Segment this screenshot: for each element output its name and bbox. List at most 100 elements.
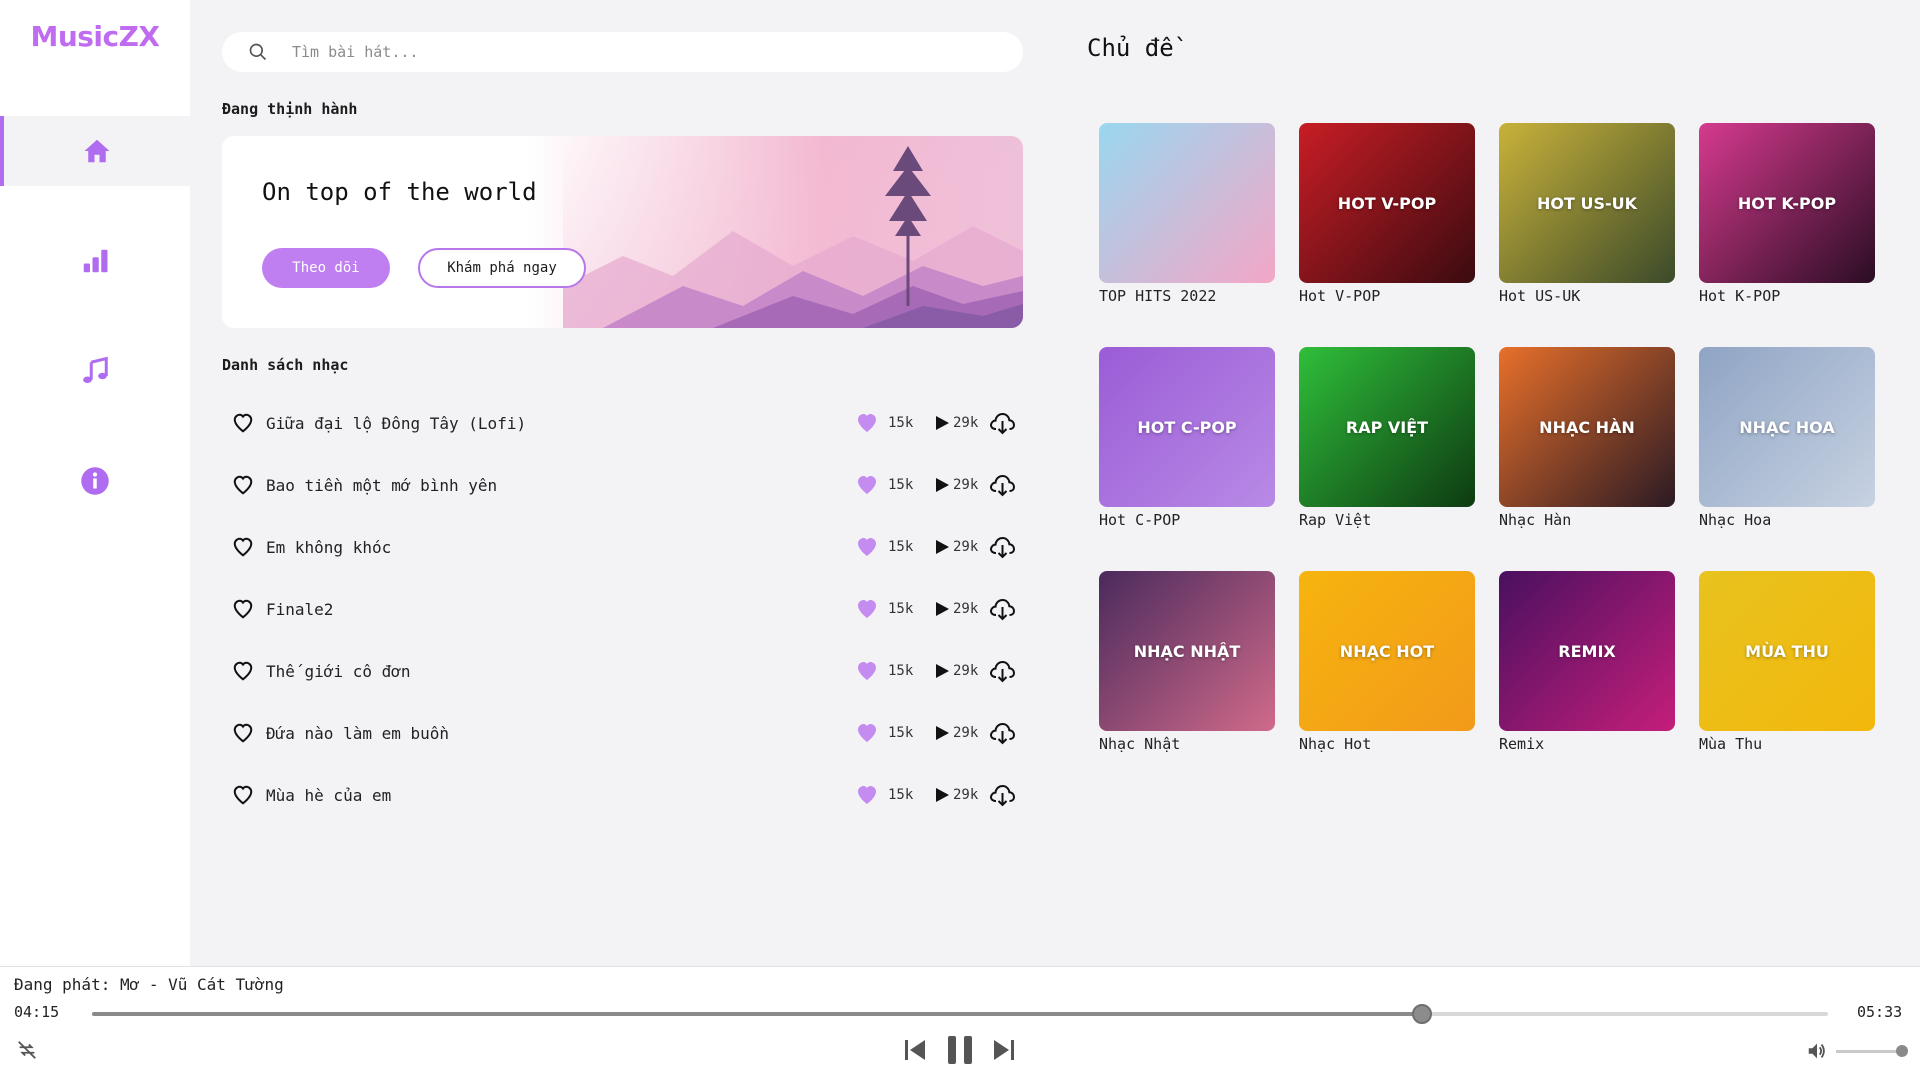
topic-card[interactable]: TOP HITS 2022 — [1099, 123, 1275, 305]
topic-card[interactable]: HOT K-POP Hot K-POP — [1699, 123, 1875, 305]
song-title[interactable]: Thế giới cô đơn — [266, 662, 411, 681]
song-title[interactable]: Đứa nào làm em buồn — [266, 724, 449, 743]
heart-filled-icon[interactable] — [854, 659, 880, 683]
volume-icon[interactable] — [1806, 1040, 1828, 1062]
search-bar[interactable] — [222, 32, 1023, 72]
app-logo[interactable]: MusicZX — [0, 20, 190, 53]
heart-outline-icon[interactable] — [232, 536, 254, 558]
song-title[interactable]: Bao tiền một mớ bình yên — [266, 476, 497, 495]
song-row[interactable]: Em không khóc 15k 29k — [222, 516, 1023, 578]
sidebar-item-music[interactable] — [0, 336, 190, 406]
heart-filled-icon[interactable] — [854, 535, 880, 559]
topic-thumbnail[interactable]: HOT V-POP — [1299, 123, 1475, 283]
progress-handle[interactable] — [1411, 1004, 1432, 1024]
heart-outline-icon[interactable] — [232, 474, 254, 496]
heart-filled-icon[interactable] — [854, 473, 880, 497]
playlist-label: Danh sách nhạc — [222, 356, 349, 374]
heart-outline-icon[interactable] — [232, 722, 254, 744]
topic-caption[interactable]: Mùa Thu — [1699, 735, 1875, 753]
progress-bar[interactable] — [92, 1004, 1828, 1024]
topic-thumbnail[interactable]: NHẠC HOA — [1699, 347, 1875, 507]
heart-filled-icon[interactable] — [854, 783, 880, 807]
play-icon[interactable] — [934, 415, 950, 431]
play-icon[interactable] — [934, 477, 950, 493]
topic-thumbnail[interactable]: HOT US-UK — [1499, 123, 1675, 283]
sidebar-item-home[interactable] — [0, 116, 190, 186]
search-input[interactable] — [292, 43, 992, 61]
song-row[interactable]: Giữa đại lộ Đông Tây (Lofi) 15k 29k — [222, 392, 1023, 454]
topic-card[interactable]: NHẠC NHẬT Nhạc Nhật — [1099, 571, 1275, 753]
topic-card[interactable]: HOT V-POP Hot V-POP — [1299, 123, 1475, 305]
player-bar: Đang phát: Mơ - Vũ Cát Tường 04:15 05:33 — [0, 966, 1920, 1080]
like-count: 15k — [888, 663, 914, 679]
topic-card[interactable]: MÙA THU Mùa Thu — [1699, 571, 1875, 753]
topic-card[interactable]: NHẠC HOT Nhạc Hot — [1299, 571, 1475, 753]
song-title[interactable]: Finale2 — [266, 600, 333, 619]
play-icon[interactable] — [934, 787, 950, 803]
topic-card[interactable]: RAP VIỆT Rap Việt — [1299, 347, 1475, 529]
topic-thumbnail[interactable]: MÙA THU — [1699, 571, 1875, 731]
topic-thumbnail[interactable]: NHẠC NHẬT — [1099, 571, 1275, 731]
song-row[interactable]: Mùa hè của em 15k 29k — [222, 764, 1023, 826]
pause-icon[interactable] — [946, 1035, 974, 1065]
heart-outline-icon[interactable] — [232, 598, 254, 620]
cloud-download-icon[interactable] — [988, 411, 1016, 435]
cloud-download-icon[interactable] — [988, 783, 1016, 807]
topic-thumbnail[interactable]: HOT C-POP — [1099, 347, 1275, 507]
sidebar-item-about[interactable] — [0, 446, 190, 516]
play-icon[interactable] — [934, 725, 950, 741]
topic-caption[interactable]: Rap Việt — [1299, 511, 1475, 529]
topic-thumbnail[interactable]: HOT K-POP — [1699, 123, 1875, 283]
topic-thumbnail[interactable]: REMIX — [1499, 571, 1675, 731]
topic-thumbnail[interactable]: NHẠC HÀN — [1499, 347, 1675, 507]
topic-card[interactable]: NHẠC HÀN Nhạc Hàn — [1499, 347, 1675, 529]
volume-slider[interactable] — [1836, 1045, 1908, 1057]
cloud-download-icon[interactable] — [988, 535, 1016, 559]
heart-filled-icon[interactable] — [854, 411, 880, 435]
next-icon[interactable] — [993, 1038, 1015, 1062]
topic-caption[interactable]: Hot K-POP — [1699, 287, 1875, 305]
play-icon[interactable] — [934, 539, 950, 555]
play-icon[interactable] — [934, 663, 950, 679]
topic-caption[interactable]: Nhạc Hoa — [1699, 511, 1875, 529]
song-row[interactable]: Bao tiền một mớ bình yên 15k 29k — [222, 454, 1023, 516]
song-title[interactable]: Giữa đại lộ Đông Tây (Lofi) — [266, 414, 526, 433]
topic-caption[interactable]: Hot C-POP — [1099, 511, 1275, 529]
topic-thumbnail[interactable] — [1099, 123, 1275, 283]
heart-filled-icon[interactable] — [854, 721, 880, 745]
repeat-icon[interactable] — [16, 1039, 38, 1061]
volume-handle[interactable] — [1895, 1045, 1908, 1057]
song-row[interactable]: Đứa nào làm em buồn 15k 29k — [222, 702, 1023, 764]
topic-card[interactable]: HOT US-UK Hot US-UK — [1499, 123, 1675, 305]
previous-icon[interactable] — [904, 1038, 926, 1062]
cloud-download-icon[interactable] — [988, 659, 1016, 683]
heart-filled-icon[interactable] — [854, 597, 880, 621]
follow-button[interactable]: Theo dõi — [262, 248, 390, 288]
song-row[interactable]: Finale2 15k 29k — [222, 578, 1023, 640]
topic-caption[interactable]: Nhạc Hàn — [1499, 511, 1675, 529]
topic-overlay-text: HOT V-POP — [1337, 193, 1437, 213]
sidebar-item-charts[interactable] — [0, 226, 190, 296]
topic-caption[interactable]: Nhạc Hot — [1299, 735, 1475, 753]
topic-thumbnail[interactable]: NHẠC HOT — [1299, 571, 1475, 731]
topic-caption[interactable]: Hot US-UK — [1499, 287, 1675, 305]
song-title[interactable]: Em không khóc — [266, 538, 391, 557]
song-title[interactable]: Mùa hè của em — [266, 786, 391, 805]
topic-card[interactable]: REMIX Remix — [1499, 571, 1675, 753]
heart-outline-icon[interactable] — [232, 660, 254, 682]
play-icon[interactable] — [934, 601, 950, 617]
topic-card[interactable]: HOT C-POP Hot C-POP — [1099, 347, 1275, 529]
cloud-download-icon[interactable] — [988, 721, 1016, 745]
heart-outline-icon[interactable] — [232, 412, 254, 434]
topic-caption[interactable]: Hot V-POP — [1299, 287, 1475, 305]
song-row[interactable]: Thế giới cô đơn 15k 29k — [222, 640, 1023, 702]
explore-button[interactable]: Khám phá ngay — [418, 248, 586, 288]
cloud-download-icon[interactable] — [988, 597, 1016, 621]
cloud-download-icon[interactable] — [988, 473, 1016, 497]
topic-card[interactable]: NHẠC HOA Nhạc Hoa — [1699, 347, 1875, 529]
topic-caption[interactable]: Remix — [1499, 735, 1675, 753]
topic-thumbnail[interactable]: RAP VIỆT — [1299, 347, 1475, 507]
topic-caption[interactable]: Nhạc Nhật — [1099, 735, 1275, 753]
heart-outline-icon[interactable] — [232, 784, 254, 806]
topic-caption[interactable]: TOP HITS 2022 — [1099, 287, 1275, 305]
